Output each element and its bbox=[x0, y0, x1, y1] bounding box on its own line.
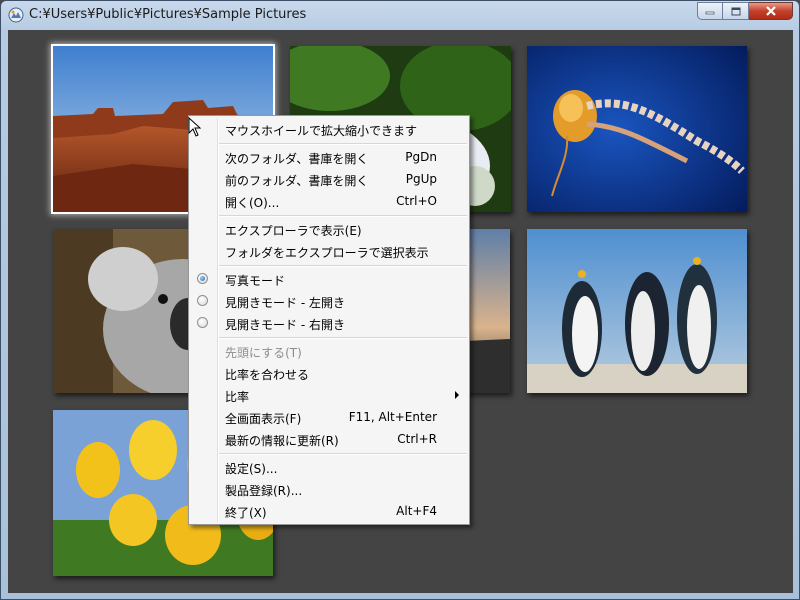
title-bar[interactable]: C:¥Users¥Public¥Pictures¥Sample Pictures bbox=[1, 1, 799, 29]
context-menu: マウスホイールで拡大縮小できます 次のフォルダ、書庫を開く PgDn 前のフォル… bbox=[188, 115, 470, 525]
menu-item-register[interactable]: 製品登録(R)... bbox=[191, 478, 467, 500]
thumbnail-penguins[interactable] bbox=[527, 229, 747, 393]
menu-item-zoom-hint[interactable]: マウスホイールで拡大縮小できます bbox=[191, 118, 467, 140]
menu-item-label: マウスホイールで拡大縮小できます bbox=[225, 124, 418, 138]
menu-item-shortcut: Ctrl+O bbox=[396, 194, 437, 208]
menu-item-shortcut: Alt+F4 bbox=[396, 504, 437, 518]
menu-item-prev-folder[interactable]: 前のフォルダ、書庫を開く PgUp bbox=[191, 168, 467, 190]
mouse-cursor-icon bbox=[188, 117, 202, 137]
menu-item-shortcut: F11, Alt+Enter bbox=[348, 410, 437, 424]
menu-item-label: 見開きモード - 右開き bbox=[225, 318, 345, 332]
submenu-arrow-icon bbox=[455, 391, 459, 399]
window-controls bbox=[697, 2, 793, 21]
thumbnail-jellyfish[interactable] bbox=[527, 46, 747, 212]
menu-item-settings[interactable]: 設定(S)... bbox=[191, 456, 467, 478]
menu-item-shortcut: PgDn bbox=[405, 150, 437, 164]
menu-item-spread-left[interactable]: 見開きモード - 左開き bbox=[191, 290, 467, 312]
menu-item-label: 比率を合わせる bbox=[225, 368, 310, 382]
minimize-icon bbox=[705, 11, 715, 15]
menu-separator bbox=[219, 337, 467, 339]
menu-item-explorer-show[interactable]: エクスプローラで表示(E) bbox=[191, 218, 467, 240]
radio-unselected-icon bbox=[197, 317, 208, 328]
radio-selected-icon bbox=[197, 273, 208, 284]
menu-item-label: 前のフォルダ、書庫を開く bbox=[225, 174, 369, 188]
penguins-photo bbox=[527, 229, 747, 393]
menu-item-label: 開く(O)... bbox=[225, 196, 280, 210]
menu-separator bbox=[219, 143, 467, 145]
menu-item-explorer-select[interactable]: フォルダをエクスプローラで選択表示 bbox=[191, 240, 467, 262]
menu-item-shortcut: PgUp bbox=[405, 172, 437, 186]
menu-item-ratio[interactable]: 比率 bbox=[191, 384, 467, 406]
menu-item-open[interactable]: 開く(O)... Ctrl+O bbox=[191, 190, 467, 212]
menu-item-label: 最新の情報に更新(R) bbox=[225, 434, 339, 448]
menu-item-label: 製品登録(R)... bbox=[225, 484, 303, 498]
menu-item-label: 比率 bbox=[225, 390, 250, 404]
jellyfish-photo bbox=[527, 46, 747, 212]
menu-item-label: 次のフォルダ、書庫を開く bbox=[225, 152, 369, 166]
menu-item-label: 見開きモード - 左開き bbox=[225, 296, 345, 310]
close-icon bbox=[765, 6, 776, 16]
menu-item-label: 設定(S)... bbox=[225, 462, 278, 476]
maximize-icon bbox=[731, 7, 740, 15]
menu-item-shortcut: Ctrl+R bbox=[397, 432, 437, 446]
menu-item-next-folder[interactable]: 次のフォルダ、書庫を開く PgDn bbox=[191, 146, 467, 168]
menu-item-label: 全画面表示(F) bbox=[225, 412, 302, 426]
menu-separator bbox=[219, 453, 467, 455]
menu-item-label: フォルダをエクスプローラで選択表示 bbox=[225, 246, 429, 260]
menu-item-fit-ratio[interactable]: 比率を合わせる bbox=[191, 362, 467, 384]
menu-item-set-first: 先頭にする(T) bbox=[191, 340, 467, 362]
menu-item-label: エクスプローラで表示(E) bbox=[225, 224, 362, 238]
app-icon[interactable] bbox=[8, 7, 24, 23]
window-title: C:¥Users¥Public¥Pictures¥Sample Pictures bbox=[29, 7, 307, 22]
menu-item-label: 終了(X) bbox=[225, 506, 267, 520]
menu-item-label: 写真モード bbox=[225, 274, 286, 288]
menu-separator bbox=[219, 215, 467, 217]
menu-item-exit[interactable]: 終了(X) Alt+F4 bbox=[191, 500, 467, 522]
maximize-button[interactable] bbox=[723, 2, 749, 20]
close-button[interactable] bbox=[749, 2, 793, 20]
menu-item-spread-right[interactable]: 見開きモード - 右開き bbox=[191, 312, 467, 334]
menu-separator bbox=[219, 265, 467, 267]
radio-unselected-icon bbox=[197, 295, 208, 306]
menu-item-refresh[interactable]: 最新の情報に更新(R) Ctrl+R bbox=[191, 428, 467, 450]
menu-item-fullscreen[interactable]: 全画面表示(F) F11, Alt+Enter bbox=[191, 406, 467, 428]
minimize-button[interactable] bbox=[697, 2, 723, 20]
menu-item-label: 先頭にする(T) bbox=[225, 346, 302, 360]
menu-item-photo-mode[interactable]: 写真モード bbox=[191, 268, 467, 290]
